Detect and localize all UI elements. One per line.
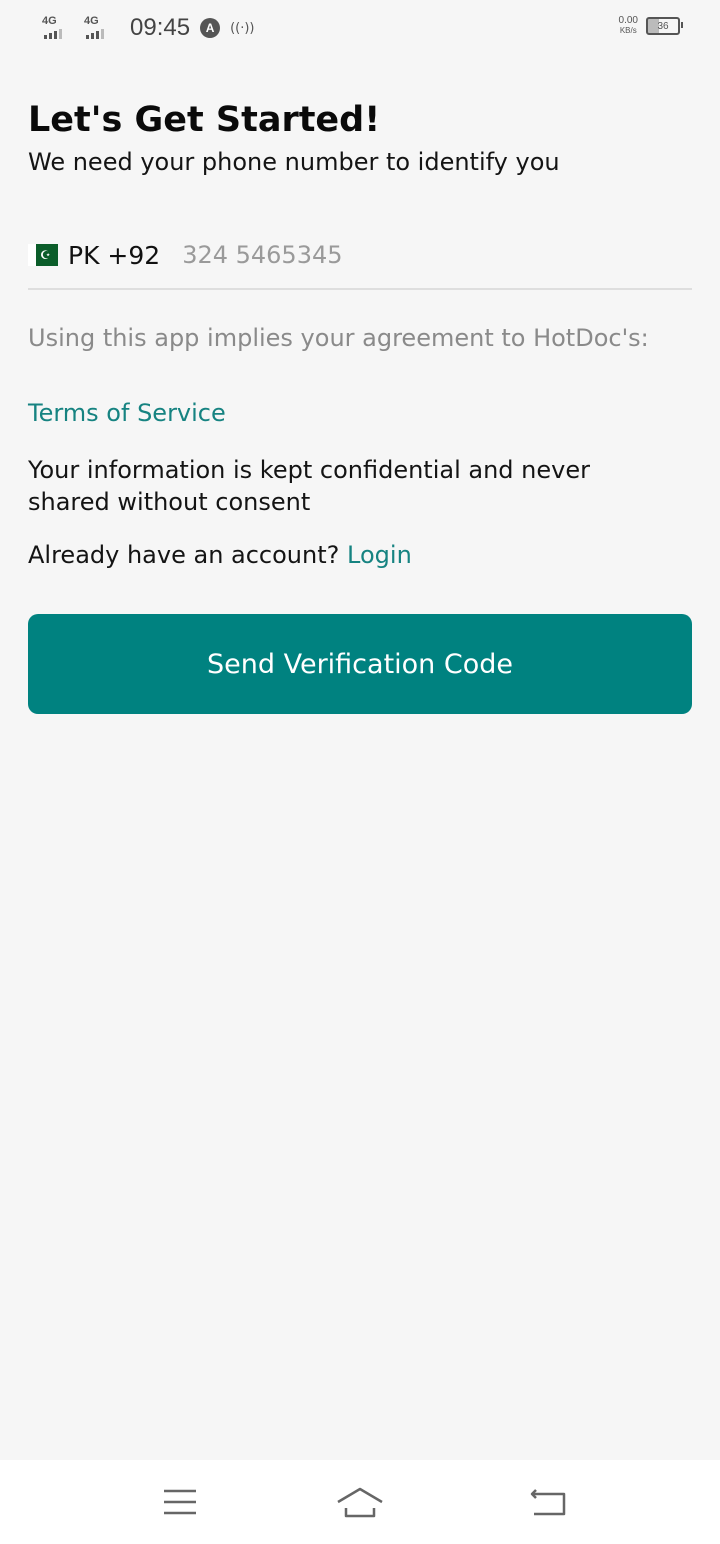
agreement-text: Using this app implies your agreement to…: [28, 324, 649, 352]
status-bar-right: 0.00 KB/s 36: [619, 16, 683, 36]
network-type-label: 4G: [42, 15, 57, 27]
account-prompt: Already have an account?: [28, 541, 340, 569]
send-verification-code-button[interactable]: Send Verification Code: [28, 614, 692, 714]
home-icon[interactable]: [330, 1480, 390, 1524]
confidential-notice: Your information is kept confidential an…: [28, 456, 590, 516]
battery-level: 36: [657, 20, 669, 32]
phone-number-field[interactable]: ☪ PK +92: [28, 236, 692, 290]
network-speed: 0.00 KB/s: [619, 16, 638, 36]
signal-sim1-icon: 4G: [42, 15, 74, 41]
status-bar: 4G 4G 09:45 A ((·)) 0.00 KB/s 36: [0, 0, 720, 58]
back-icon[interactable]: [519, 1480, 579, 1524]
status-bar-left: 4G 4G 09:45 A ((·)): [42, 14, 254, 42]
system-nav-bar: [0, 1460, 720, 1544]
network-speed-unit: KB/s: [619, 26, 637, 35]
navigation-app-icon: A: [200, 18, 221, 38]
menu-icon[interactable]: [150, 1480, 210, 1524]
phone-number-input[interactable]: [182, 241, 663, 269]
signal-sim2-icon: 4G: [84, 15, 116, 41]
login-link[interactable]: Login: [347, 541, 412, 569]
battery-icon: 36: [646, 17, 683, 35]
terms-of-service-link[interactable]: Terms of Service: [28, 399, 226, 427]
status-time: 09:45: [130, 14, 191, 41]
page-subtitle: We need your phone number to identify yo…: [28, 148, 560, 176]
country-code-selector[interactable]: PK +92: [68, 241, 160, 270]
account-row: Already have an account? Login: [28, 541, 412, 569]
network-speed-value: 0.00: [618, 15, 638, 26]
network-type-label: 4G: [84, 15, 99, 27]
hotspot-icon: ((·)): [230, 20, 255, 36]
pakistan-flag-icon[interactable]: ☪: [28, 244, 58, 266]
page-title: Let's Get Started!: [28, 100, 381, 140]
